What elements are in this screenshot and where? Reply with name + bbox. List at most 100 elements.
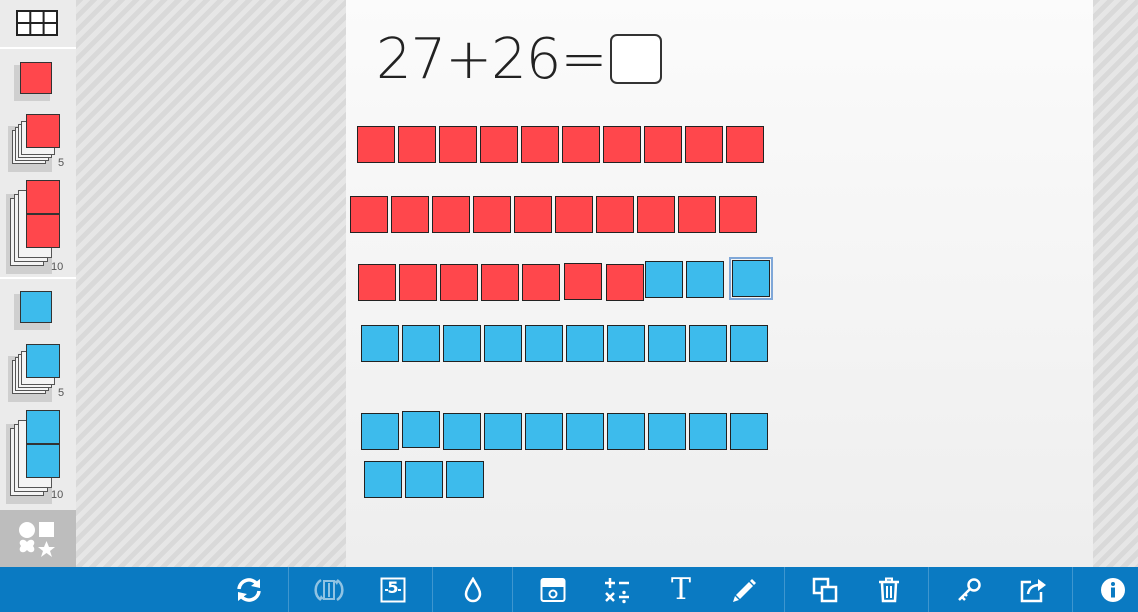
red-tile[interactable] [357,126,395,163]
tile-sidebar: 5 10 5 10 [0,0,76,567]
red-tile[interactable] [440,264,478,301]
red-stack-10-source[interactable]: 10 [0,174,76,278]
blue-tile-icon [20,291,52,323]
blue-stack-10-source[interactable]: 10 [0,404,76,508]
number-frame-label: 5 [387,578,399,597]
red-stack-tile-icon [26,214,60,248]
blue-tile[interactable] [361,413,399,450]
blue-tile[interactable] [446,461,484,498]
share-icon [1020,578,1046,602]
blue-tile[interactable] [525,413,563,450]
red-tile[interactable] [514,196,552,233]
red-tile[interactable] [562,126,600,163]
number-frame-button[interactable]: 5 [371,567,415,612]
blue-tile[interactable] [645,261,683,298]
red-tile[interactable] [685,126,723,163]
duplicate-button[interactable] [803,567,847,612]
blue-stack-tile-icon [26,444,60,478]
operations-icon [605,577,629,603]
stack-count-label: 10 [51,261,64,273]
stack-count-label: 5 [58,387,65,399]
red-tile[interactable] [480,126,518,163]
blue-tile[interactable] [686,261,724,298]
red-tile[interactable] [637,196,675,233]
blue-tile[interactable] [402,411,440,448]
workspace-margin-left [76,0,346,567]
blue-tile[interactable] [566,325,604,362]
bottom-toolbar: 5 T [0,567,1138,612]
reset-button[interactable] [227,567,271,612]
blue-tile-source[interactable] [0,279,76,334]
shapes-button[interactable] [0,510,76,567]
share-button[interactable] [1011,567,1055,612]
blue-tile[interactable] [484,413,522,450]
info-icon [1101,577,1125,602]
blue-tile[interactable] [364,461,402,498]
key-icon [958,577,981,601]
red-tile[interactable] [358,264,396,301]
text-button[interactable]: T [659,567,703,612]
blue-tile[interactable] [566,413,604,450]
cover-button[interactable] [531,567,575,612]
blue-tile[interactable] [607,325,645,362]
blue-tile[interactable] [730,413,768,450]
stack-count-label: 10 [51,489,64,501]
red-tile[interactable] [603,126,641,163]
blue-tile[interactable] [648,413,686,450]
answer-box[interactable] [610,34,663,84]
stack-count-label: 5 [58,157,65,169]
pen-button[interactable] [723,567,767,612]
red-tile[interactable] [432,196,470,233]
red-tile[interactable] [564,263,602,300]
red-tile[interactable] [678,196,716,233]
red-tile[interactable] [350,196,388,233]
blue-tile[interactable] [729,257,773,300]
blue-tile[interactable] [730,325,768,362]
red-tile[interactable] [391,196,429,233]
red-stack-tile-icon [26,114,60,148]
blue-stack-5-source[interactable]: 5 [0,334,76,404]
info-button[interactable] [1091,567,1135,612]
blue-tile[interactable] [525,325,563,362]
red-tile[interactable] [555,196,593,233]
red-tile[interactable] [644,126,682,163]
key-button[interactable] [947,567,991,612]
red-tile[interactable] [439,126,477,163]
equation-text: 27+26= [376,26,607,92]
blue-tile[interactable] [443,413,481,450]
grid-tool-button[interactable] [0,0,76,47]
grid-icon [16,10,58,36]
fill-color-button[interactable] [451,567,495,612]
blue-tile[interactable] [648,325,686,362]
red-tile[interactable] [726,126,764,163]
blue-tile[interactable] [607,413,645,450]
red-tile[interactable] [596,196,634,233]
red-tile[interactable] [473,196,511,233]
trash-icon [879,577,899,602]
red-tile[interactable] [719,196,757,233]
red-tile[interactable] [522,264,560,301]
blue-tile[interactable] [361,325,399,362]
red-tile[interactable] [481,264,519,301]
text-icon: T [670,571,691,607]
delete-button[interactable] [867,567,911,612]
flip-button[interactable] [307,567,351,612]
cover-icon [540,577,566,602]
red-tile-source[interactable] [0,49,76,104]
blue-tile[interactable] [689,325,727,362]
blue-tile[interactable] [689,413,727,450]
red-tile[interactable] [521,126,559,163]
red-tile[interactable] [606,264,644,301]
blue-tile[interactable] [484,325,522,362]
blue-tile[interactable] [443,325,481,362]
blue-tile[interactable] [405,461,443,498]
equation: 27+26= [376,26,663,92]
red-tile[interactable] [399,264,437,301]
operations-button[interactable] [595,567,639,612]
blue-stack-tile-icon [26,344,60,378]
blue-tile[interactable] [402,325,440,362]
red-tile[interactable] [398,126,436,163]
app: 5 10 5 10 27+26= 5 T [0,0,1138,612]
pencil-icon [733,578,756,602]
red-stack-5-source[interactable]: 5 [0,104,76,174]
